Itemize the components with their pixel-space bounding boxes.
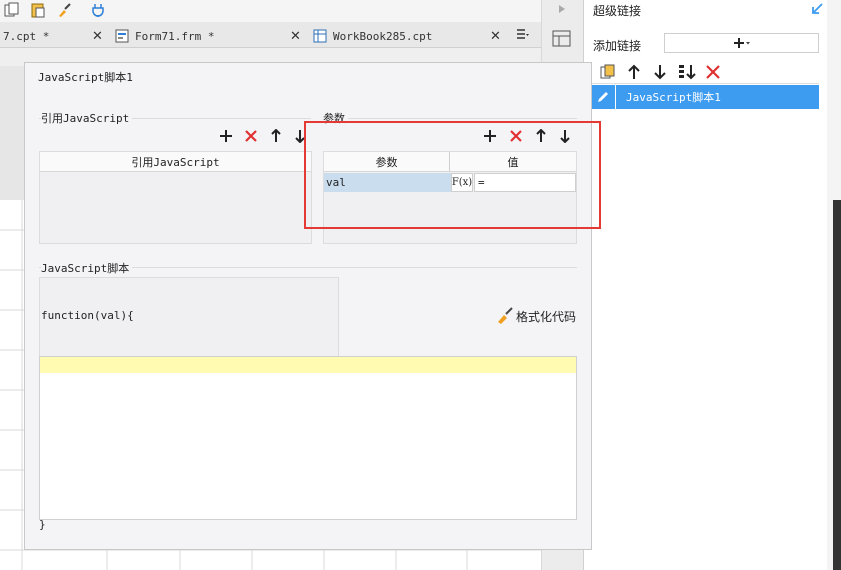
dialog-title: JavaScript脚本1 — [38, 71, 133, 84]
copy-icon[interactable] — [4, 2, 20, 18]
format-code-button[interactable]: 格式化代码 — [496, 307, 576, 325]
param-name-header: 参数 — [324, 152, 450, 172]
sort-icon[interactable] — [678, 64, 698, 80]
formula-button[interactable]: F(x) — [451, 173, 473, 192]
format-brush-icon[interactable] — [56, 2, 72, 18]
tab-label: WorkBook285.cpt — [333, 29, 433, 43]
delete-icon[interactable] — [705, 64, 721, 80]
tab-form71[interactable]: Form71.frm * ✕ — [110, 24, 306, 48]
workbook-file-icon — [313, 29, 327, 43]
tab-bar: 7.cpt * ✕ Form71.frm * ✕ WorkBook285.cpt… — [0, 22, 541, 48]
window-edge — [827, 0, 841, 570]
top-toolbar — [0, 0, 541, 22]
script-section-label: JavaScript脚本 — [41, 260, 133, 276]
params-table: 参数 值 val F(x) = — [323, 151, 577, 244]
code-editor[interactable] — [39, 356, 577, 520]
panel-title: 超级链接 — [593, 4, 642, 18]
params-section-label: 参数 — [323, 110, 348, 126]
tab-cpt[interactable]: 7.cpt * ✕ — [0, 24, 108, 48]
dark-edge — [833, 200, 841, 570]
expand-arrow-icon[interactable] — [557, 4, 567, 14]
tab-label: Form71.frm * — [135, 29, 215, 43]
add-param-button[interactable] — [481, 127, 499, 145]
function-signature: function(val){ — [41, 309, 134, 322]
param-up-button[interactable] — [532, 127, 550, 145]
add-ref-button[interactable] — [217, 127, 235, 145]
move-down-icon[interactable] — [653, 64, 667, 80]
close-icon[interactable]: ✕ — [92, 29, 103, 44]
close-icon[interactable]: ✕ — [290, 29, 301, 44]
add-link-label: 添加链接 — [593, 39, 642, 53]
close-icon[interactable]: ✕ — [490, 29, 501, 44]
edit-pencil-icon — [590, 85, 616, 109]
brush-icon — [496, 307, 514, 325]
cell-attribute-icon[interactable] — [552, 30, 572, 48]
signature-area: function(val){ — [39, 277, 339, 357]
closing-brace: } — [39, 518, 46, 531]
form-file-icon — [115, 29, 129, 43]
param-value-header: 值 — [450, 152, 576, 172]
ref-table: 引用JavaScript — [39, 151, 312, 244]
ref-column-header: 引用JavaScript — [40, 152, 311, 172]
delete-param-button[interactable] — [507, 127, 525, 145]
ref-section-label: 引用JavaScript — [41, 110, 133, 126]
formula-icon: F(x) — [451, 177, 473, 188]
delete-ref-button[interactable] — [242, 127, 260, 145]
hyperlink-panel: 超级链接 添加链接 JavaScript脚本1 — [583, 0, 827, 570]
ref-down-button[interactable] — [291, 127, 309, 145]
divider — [323, 118, 577, 119]
move-up-icon[interactable] — [627, 64, 641, 80]
format-code-label: 格式化代码 — [516, 309, 577, 324]
link-list-item[interactable]: JavaScript脚本1 — [590, 85, 819, 109]
current-line-highlight — [40, 357, 576, 373]
param-down-button[interactable] — [556, 127, 574, 145]
add-link-dropdown[interactable] — [664, 33, 819, 53]
tab-list-dropdown-icon[interactable] — [516, 28, 530, 40]
tab-workbook285[interactable]: WorkBook285.cpt ✕ — [308, 24, 508, 48]
param-value-input[interactable]: = — [474, 173, 576, 192]
javascript-dialog: JavaScript脚本1 引用JavaScript 引用JavaScript … — [24, 62, 601, 550]
tab-label: 7.cpt * — [3, 29, 50, 43]
link-label: JavaScript脚本1 — [626, 91, 721, 104]
collapse-arrow-icon[interactable] — [810, 2, 824, 16]
plugin-icon[interactable] — [90, 2, 106, 18]
ref-up-button[interactable] — [267, 127, 285, 145]
paste-icon[interactable] — [30, 2, 46, 18]
plus-icon — [733, 36, 751, 50]
param-name-cell[interactable]: val — [324, 173, 451, 192]
copy-link-icon[interactable] — [600, 64, 616, 80]
link-list-toolbar — [590, 60, 819, 84]
